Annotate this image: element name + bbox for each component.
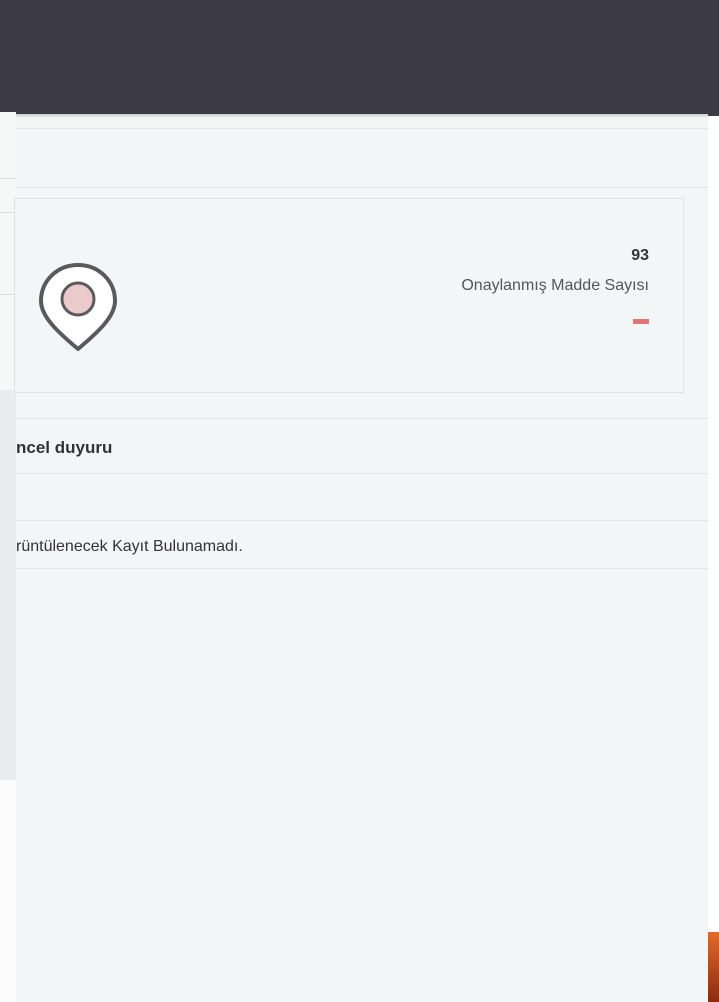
screen: 93 Onaylanmış Madde Sayısı ncel duyuru r…: [0, 0, 719, 1002]
divider: [16, 473, 708, 474]
top-navbar: [16, 0, 708, 114]
stat-value: 93: [631, 247, 649, 264]
divider: [16, 128, 708, 129]
navbar-shadow: [16, 114, 708, 118]
no-records-message: rüntülenecek Kayıt Bulunamadı.: [16, 538, 243, 555]
announcements-title: ncel duyuru: [16, 438, 113, 457]
background-sidebar-block: [0, 390, 16, 780]
stat-label: Onaylanmış Madde Sayısı: [461, 277, 649, 294]
right-edge-accent: [707, 932, 719, 1002]
map-marker-icon: [35, 257, 121, 355]
divider: [16, 418, 708, 419]
background-page-edge: [0, 0, 16, 1002]
dashboard-panel: 93 Onaylanmış Madde Sayısı ncel duyuru r…: [14, 0, 708, 1002]
stat-indicator-bar: [633, 319, 649, 324]
right-edge-header: [707, 0, 719, 116]
divider: [16, 187, 708, 188]
approved-items-stat-card: 93 Onaylanmış Madde Sayısı: [14, 198, 684, 393]
divider: [16, 520, 708, 521]
background-header: [0, 0, 16, 112]
background-content-block: [0, 780, 16, 1002]
divider: [16, 568, 708, 569]
